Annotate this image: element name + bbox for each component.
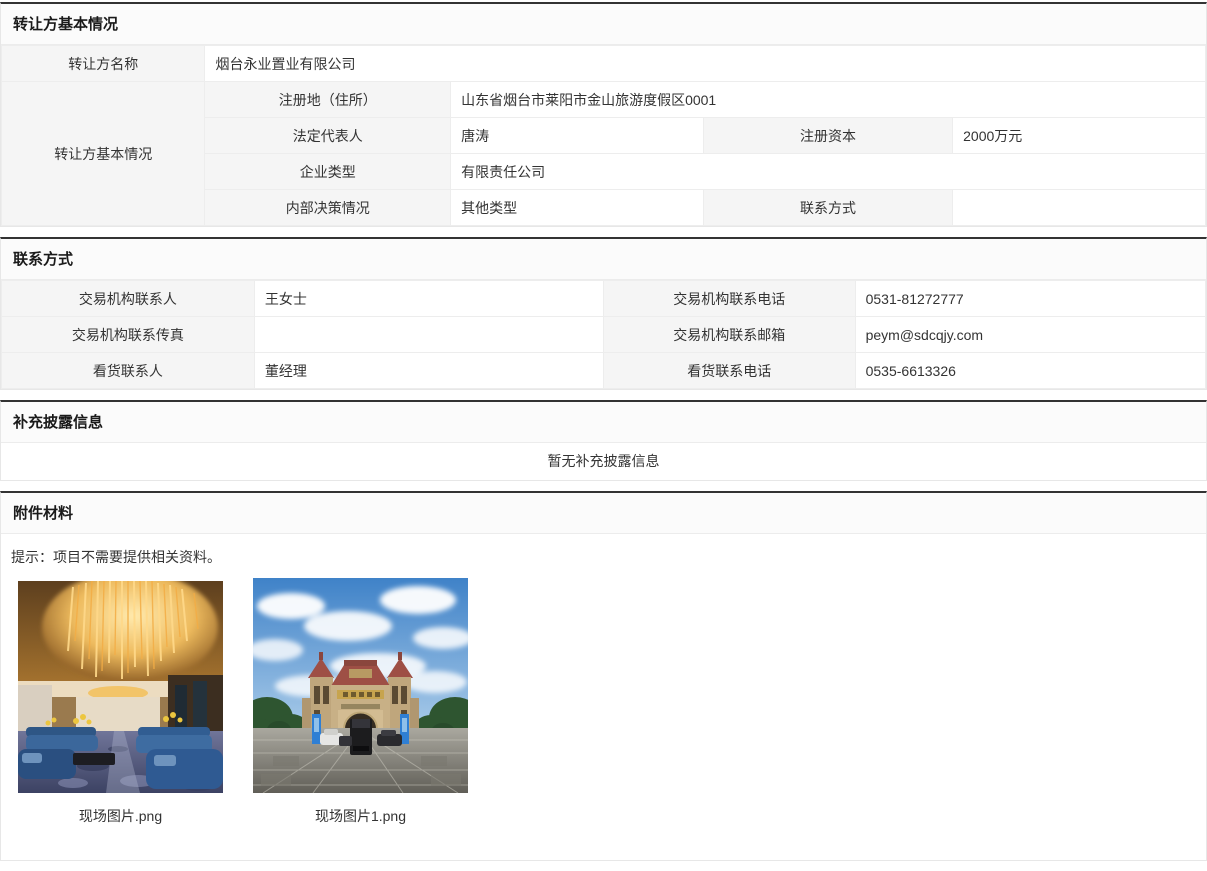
company-type-label: 企业类型 bbox=[205, 154, 451, 190]
section-title-transferor: 转让方基本情况 bbox=[1, 4, 1206, 45]
page: 转让方基本情况 转让方名称 烟台永业置业有限公司 转让方基本情况 注册地（住所）… bbox=[0, 0, 1207, 861]
attachment-filename: 现场图片.png bbox=[79, 806, 162, 826]
hotel-lobby-photo[interactable] bbox=[18, 581, 223, 793]
registered-address-label: 注册地（住所） bbox=[205, 82, 451, 118]
attachments-note: 提示：项目不需要提供相关资料。 bbox=[1, 534, 1206, 576]
attachment-item[interactable]: 现场图片.png bbox=[18, 581, 223, 826]
contact-table: 交易机构联系人 王女士 交易机构联系电话 0531-81272777 交易机构联… bbox=[1, 280, 1206, 389]
legal-representative-value: 唐涛 bbox=[451, 118, 704, 154]
internal-decision-label: 内部决策情况 bbox=[205, 190, 451, 226]
internal-decision-value: 其他类型 bbox=[451, 190, 704, 226]
table-row: 转让方基本情况 注册地（住所） 山东省烟台市莱阳市金山旅游度假区0001 bbox=[2, 82, 1206, 118]
disclosure-empty-text: 暂无补充披露信息 bbox=[1, 443, 1206, 480]
registered-address-value: 山东省烟台市莱阳市金山旅游度假区0001 bbox=[451, 82, 1206, 118]
section-attachments: 附件材料 提示：项目不需要提供相关资料。 bbox=[0, 491, 1207, 861]
building-gate-photo[interactable] bbox=[253, 578, 468, 793]
agency-contact-email-label: 交易机构联系邮箱 bbox=[603, 317, 855, 353]
section-title-disclosure: 补充披露信息 bbox=[1, 402, 1206, 443]
section-title-attachments: 附件材料 bbox=[1, 493, 1206, 534]
agency-contact-person-value: 王女士 bbox=[254, 281, 603, 317]
transferor-name-value: 烟台永业置业有限公司 bbox=[205, 46, 1206, 82]
transferor-group-label: 转让方基本情况 bbox=[2, 82, 205, 226]
viewing-contact-person-label: 看货联系人 bbox=[2, 353, 255, 389]
contact-method-value bbox=[953, 190, 1206, 226]
viewing-contact-person-value: 董经理 bbox=[254, 353, 603, 389]
section-title-contact: 联系方式 bbox=[1, 239, 1206, 280]
agency-contact-person-label: 交易机构联系人 bbox=[2, 281, 255, 317]
table-row: 转让方名称 烟台永业置业有限公司 bbox=[2, 46, 1206, 82]
attachment-item[interactable]: 现场图片1.png bbox=[253, 578, 468, 826]
agency-contact-fax-value bbox=[254, 317, 603, 353]
table-row: 交易机构联系人 王女士 交易机构联系电话 0531-81272777 bbox=[2, 281, 1206, 317]
section-supplementary-disclosure: 补充披露信息 暂无补充披露信息 bbox=[0, 400, 1207, 481]
section-contact-info: 联系方式 交易机构联系人 王女士 交易机构联系电话 0531-81272777 … bbox=[0, 237, 1207, 390]
company-type-value: 有限责任公司 bbox=[451, 154, 1206, 190]
table-row: 看货联系人 董经理 看货联系电话 0535-6613326 bbox=[2, 353, 1206, 389]
agency-contact-email-value: peym@sdcqjy.com bbox=[855, 317, 1205, 353]
section-transferor-basic-info: 转让方基本情况 转让方名称 烟台永业置业有限公司 转让方基本情况 注册地（住所）… bbox=[0, 2, 1207, 227]
agency-contact-phone-value: 0531-81272777 bbox=[855, 281, 1205, 317]
transferor-table: 转让方名称 烟台永业置业有限公司 转让方基本情况 注册地（住所） 山东省烟台市莱… bbox=[1, 45, 1206, 226]
legal-representative-label: 法定代表人 bbox=[205, 118, 451, 154]
viewing-contact-phone-label: 看货联系电话 bbox=[603, 353, 855, 389]
registered-capital-value: 2000万元 bbox=[953, 118, 1206, 154]
attachment-filename: 现场图片1.png bbox=[315, 806, 406, 826]
viewing-contact-phone-value: 0535-6613326 bbox=[855, 353, 1205, 389]
contact-method-label: 联系方式 bbox=[703, 190, 952, 226]
agency-contact-phone-label: 交易机构联系电话 bbox=[603, 281, 855, 317]
agency-contact-fax-label: 交易机构联系传真 bbox=[2, 317, 255, 353]
registered-capital-label: 注册资本 bbox=[703, 118, 952, 154]
table-row: 交易机构联系传真 交易机构联系邮箱 peym@sdcqjy.com bbox=[2, 317, 1206, 353]
attachments-list: 现场图片.png bbox=[1, 576, 1206, 860]
transferor-name-label: 转让方名称 bbox=[2, 46, 205, 82]
